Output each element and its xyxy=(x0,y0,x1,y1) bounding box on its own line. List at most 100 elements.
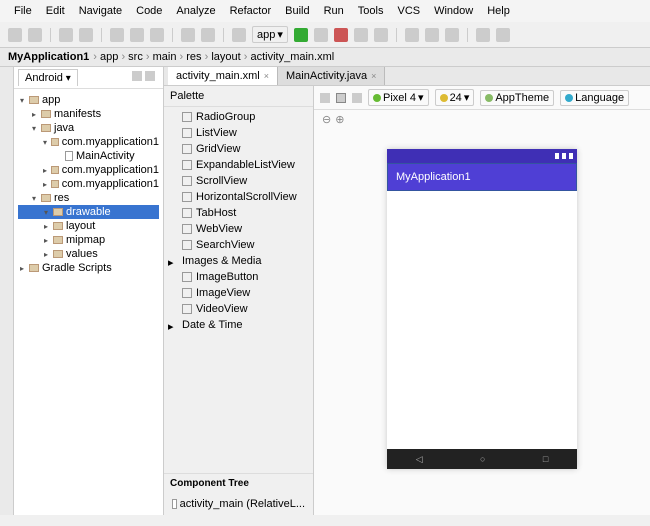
editor-tab[interactable]: MainActivity.java× xyxy=(278,67,385,85)
breadcrumb-item[interactable]: res xyxy=(186,51,201,63)
api-dropdown[interactable]: 24▾ xyxy=(435,89,475,106)
palette-scrollview[interactable]: ScrollView xyxy=(168,173,309,189)
palette-date-time[interactable]: ▸Date & Time xyxy=(168,317,309,333)
palette-radiogroup[interactable]: RadioGroup xyxy=(168,109,309,125)
tree-item-com-myapplication1[interactable]: ▾com.myapplication1 xyxy=(18,135,159,149)
save-icon[interactable] xyxy=(28,28,42,42)
paste-icon[interactable] xyxy=(150,28,164,42)
close-icon[interactable]: × xyxy=(371,71,376,81)
palette-imagebutton[interactable]: ImageButton xyxy=(168,269,309,285)
editor-tab[interactable]: activity_main.xml× xyxy=(168,67,278,85)
tree-item-values[interactable]: ▸values xyxy=(18,247,159,261)
build-icon[interactable] xyxy=(232,28,246,42)
palette-gridview[interactable]: GridView xyxy=(168,141,309,157)
tree-arrow-icon[interactable]: ▾ xyxy=(30,194,38,203)
menu-navigate[interactable]: Navigate xyxy=(73,3,128,19)
menu-file[interactable]: File xyxy=(8,3,38,19)
tree-item-res[interactable]: ▾res xyxy=(18,191,159,205)
zoom-out-icon[interactable]: ⊖ xyxy=(322,113,331,126)
tree-item-gradle-scripts[interactable]: ▸Gradle Scripts xyxy=(18,261,159,275)
blueprint-view-icon[interactable] xyxy=(336,93,346,103)
close-icon[interactable]: × xyxy=(264,71,269,81)
breadcrumb-item[interactable]: layout xyxy=(211,51,240,63)
tree-item-app[interactable]: ▾app xyxy=(18,93,159,107)
redo-icon[interactable] xyxy=(79,28,93,42)
search-icon[interactable] xyxy=(496,28,510,42)
nav-home-icon[interactable]: ○ xyxy=(480,454,485,464)
menu-refactor[interactable]: Refactor xyxy=(224,3,278,19)
copy-icon[interactable] xyxy=(130,28,144,42)
design-view-icon[interactable] xyxy=(320,93,330,103)
sdk-icon[interactable] xyxy=(445,28,459,42)
palette-searchview[interactable]: SearchView xyxy=(168,237,309,253)
run-icon[interactable] xyxy=(294,28,308,42)
collapse-icon[interactable] xyxy=(132,71,142,81)
menu-build[interactable]: Build xyxy=(279,3,315,19)
menu-run[interactable]: Run xyxy=(318,3,350,19)
tree-arrow-icon[interactable]: ▸ xyxy=(42,236,50,245)
breadcrumb-item[interactable]: app xyxy=(100,51,118,63)
avd-icon[interactable] xyxy=(425,28,439,42)
stop-icon[interactable] xyxy=(374,28,388,42)
menu-window[interactable]: Window xyxy=(428,3,479,19)
component-tree-item[interactable]: activity_main (RelativeL... xyxy=(172,497,305,511)
tree-arrow-icon[interactable]: ▸ xyxy=(42,222,50,231)
orientation-icon[interactable] xyxy=(352,93,362,103)
tree-arrow-icon[interactable]: ▾ xyxy=(42,138,48,147)
palette-tabhost[interactable]: TabHost xyxy=(168,205,309,221)
app-bar[interactable]: MyApplication1 xyxy=(387,163,577,191)
menu-code[interactable]: Code xyxy=(130,3,168,19)
nav-back-icon[interactable]: ◁ xyxy=(416,454,423,465)
tree-arrow-icon[interactable]: ▸ xyxy=(42,250,50,259)
zoom-in-icon[interactable]: ⊕ xyxy=(335,113,344,126)
theme-dropdown[interactable]: AppTheme xyxy=(480,90,554,106)
tree-item-manifests[interactable]: ▸manifests xyxy=(18,107,159,121)
tree-arrow-icon[interactable]: ▾ xyxy=(30,124,38,133)
menu-vcs[interactable]: VCS xyxy=(391,3,426,19)
tree-arrow-icon[interactable]: ▸ xyxy=(42,180,48,189)
breadcrumb-item[interactable]: activity_main.xml xyxy=(250,51,334,63)
breadcrumb-item[interactable]: main xyxy=(153,51,177,63)
menu-help[interactable]: Help xyxy=(481,3,516,19)
tree-item-layout[interactable]: ▸layout xyxy=(18,219,159,233)
forward-icon[interactable] xyxy=(201,28,215,42)
menu-analyze[interactable]: Analyze xyxy=(170,3,221,19)
language-dropdown[interactable]: Language xyxy=(560,90,629,106)
tree-item-drawable[interactable]: ▾drawable xyxy=(18,205,159,219)
gear-icon[interactable] xyxy=(145,71,155,81)
left-tool-rail[interactable] xyxy=(0,67,14,515)
project-view-dropdown[interactable]: Android ▾ xyxy=(18,69,78,86)
menu-edit[interactable]: Edit xyxy=(40,3,71,19)
structure-icon[interactable] xyxy=(476,28,490,42)
nav-recent-icon[interactable]: □ xyxy=(543,454,548,464)
palette-expandablelistview[interactable]: ExpandableListView xyxy=(168,157,309,173)
device-preview[interactable]: MyApplication1 ◁ ○ □ xyxy=(387,149,577,469)
palette-horizontalscrollview[interactable]: HorizontalScrollView xyxy=(168,189,309,205)
palette-videoview[interactable]: VideoView xyxy=(168,301,309,317)
tree-arrow-icon[interactable]: ▸ xyxy=(18,264,26,273)
sync-icon[interactable] xyxy=(405,28,419,42)
cut-icon[interactable] xyxy=(110,28,124,42)
device-dropdown[interactable]: Pixel 4▾ xyxy=(368,89,429,106)
debug-icon[interactable] xyxy=(314,28,328,42)
tree-arrow-icon[interactable]: ▸ xyxy=(42,166,48,175)
tree-arrow-icon[interactable]: ▸ xyxy=(30,110,38,119)
palette-images-media[interactable]: ▸Images & Media xyxy=(168,253,309,269)
menu-tools[interactable]: Tools xyxy=(352,3,390,19)
tree-item-com-myapplication1[interactable]: ▸com.myapplication1 xyxy=(18,163,159,177)
tree-item-java[interactable]: ▾java xyxy=(18,121,159,135)
palette-imageview[interactable]: ImageView xyxy=(168,285,309,301)
tree-arrow-icon[interactable]: ▾ xyxy=(18,96,26,105)
undo-icon[interactable] xyxy=(59,28,73,42)
run-config-dropdown[interactable]: app ▾ xyxy=(252,26,288,43)
breadcrumb-item[interactable]: src xyxy=(128,51,143,63)
palette-listview[interactable]: ListView xyxy=(168,125,309,141)
open-icon[interactable] xyxy=(8,28,22,42)
attach-icon[interactable] xyxy=(354,28,368,42)
palette-webview[interactable]: WebView xyxy=(168,221,309,237)
back-icon[interactable] xyxy=(181,28,195,42)
tree-arrow-icon[interactable]: ▾ xyxy=(42,208,50,217)
tree-item-mainactivity[interactable]: MainActivity xyxy=(18,149,159,163)
profile-icon[interactable] xyxy=(334,28,348,42)
breadcrumb-root[interactable]: MyApplication1 xyxy=(8,51,89,63)
